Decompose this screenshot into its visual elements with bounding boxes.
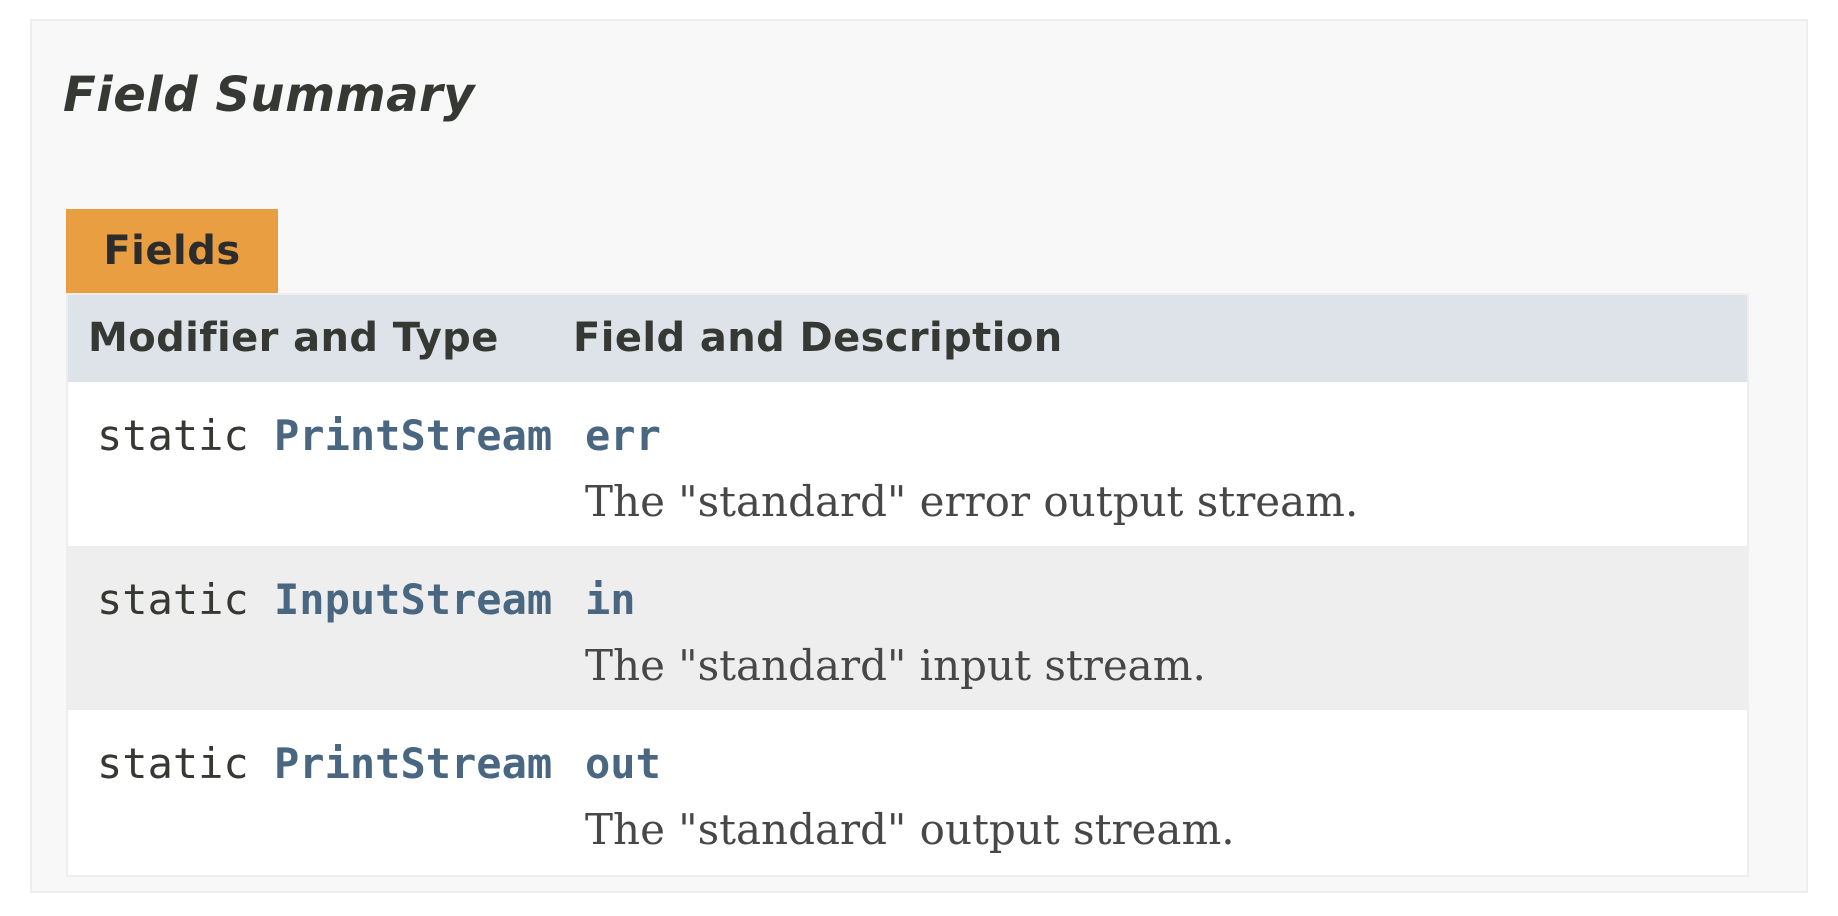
column-header-field-description: Field and Description bbox=[573, 315, 1063, 361]
modifier-type-cell: static InputStream bbox=[97, 575, 552, 625]
field-link-in[interactable]: in bbox=[585, 575, 636, 625]
table-row: static PrintStream out The "standard" ou… bbox=[68, 710, 1747, 874]
section-title: Field Summary bbox=[63, 67, 475, 123]
field-summary-section: Field Summary Fields Modifier and Type F… bbox=[30, 19, 1808, 893]
table-row: static PrintStream err The "standard" er… bbox=[68, 382, 1747, 546]
modifier-type-cell: static PrintStream bbox=[97, 739, 552, 789]
modifier-text: static bbox=[97, 739, 249, 788]
fields-caption-tab: Fields bbox=[66, 209, 278, 293]
table-row: static InputStream in The "standard" inp… bbox=[68, 546, 1747, 710]
type-link[interactable]: InputStream bbox=[274, 575, 552, 624]
modifier-text: static bbox=[97, 575, 249, 624]
modifier-type-cell: static PrintStream bbox=[97, 411, 552, 461]
field-summary-table: Modifier and Type Field and Description … bbox=[66, 293, 1749, 877]
column-header-modifier-type: Modifier and Type bbox=[88, 315, 499, 361]
field-description: The "standard" error output stream. bbox=[585, 477, 1359, 526]
table-header: Modifier and Type Field and Description bbox=[68, 295, 1747, 382]
field-description: The "standard" input stream. bbox=[585, 641, 1206, 690]
type-link[interactable]: PrintStream bbox=[274, 739, 552, 788]
type-link[interactable]: PrintStream bbox=[274, 411, 552, 460]
field-link-out[interactable]: out bbox=[585, 739, 661, 789]
field-description: The "standard" output stream. bbox=[585, 805, 1235, 854]
field-link-err[interactable]: err bbox=[585, 411, 661, 461]
modifier-text: static bbox=[97, 411, 249, 460]
